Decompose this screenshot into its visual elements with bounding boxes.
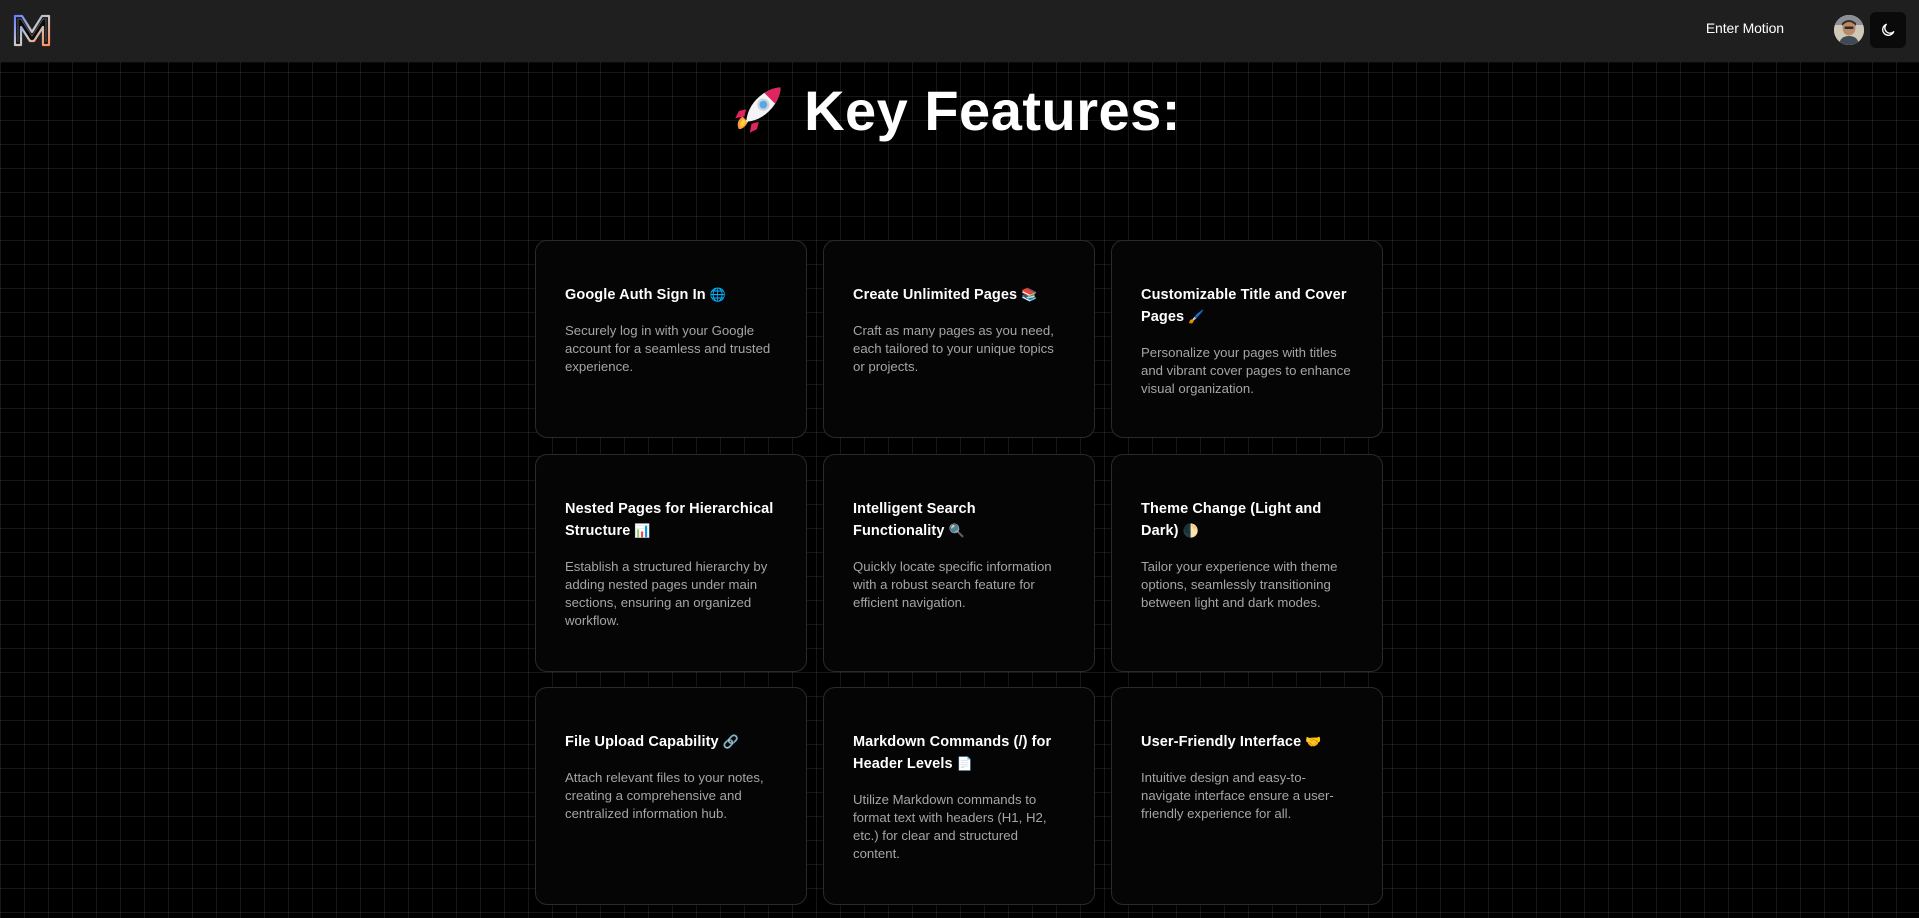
user-avatar-icon: [1834, 15, 1864, 45]
avatar[interactable]: [1834, 15, 1864, 45]
feature-description: Intuitive design and easy-to-navigate in…: [1141, 770, 1334, 821]
feature-card: Theme Change (Light and Dark) 🌓 Tailor yo…: [1111, 454, 1383, 672]
link-icon: 🔗: [722, 734, 739, 749]
feature-title: Intelligent Search Functionality 🔍: [853, 498, 1065, 542]
document-icon: 📄: [956, 756, 973, 771]
feature-card: Nested Pages for Hierarchical Structure 📊…: [535, 454, 807, 672]
feature-card: Google Auth Sign In 🌐 Securely log in wit…: [535, 240, 807, 438]
handshake-icon: 🤝: [1305, 734, 1322, 749]
motion-logo[interactable]: [12, 12, 52, 48]
feature-title: Customizable Title and Cover Pages 🖌️: [1141, 284, 1353, 328]
rocket-icon: [735, 86, 781, 133]
feature-card: Customizable Title and Cover Pages 🖌️ Per…: [1111, 240, 1383, 438]
key-features-heading: Key Features:: [0, 78, 1919, 143]
theme-toggle-button[interactable]: [1870, 12, 1906, 48]
feature-description: Securely log in with your Google account…: [565, 323, 771, 374]
feature-description: Personalize your pages with titles and v…: [1141, 345, 1351, 396]
feature-description: Establish a structured hierarchy by addi…: [565, 559, 768, 628]
half-moon-icon: 🌓: [1182, 523, 1199, 538]
feature-title: Theme Change (Light and Dark) 🌓: [1141, 498, 1353, 542]
feature-description: Utilize Markdown commands to format text…: [853, 792, 1047, 861]
feature-card: User-Friendly Interface 🤝 Intuitive desig…: [1111, 687, 1383, 905]
feature-title: File Upload Capability 🔗: [565, 731, 777, 753]
enter-motion-link[interactable]: Enter Motion: [1706, 20, 1784, 36]
globe-icon: 🌐: [709, 287, 727, 302]
feature-description: Attach relevant files to your notes, cre…: [565, 770, 764, 821]
feature-title: Nested Pages for Hierarchical Structure 📊: [565, 498, 777, 542]
feature-title: Create Unlimited Pages 📚: [853, 284, 1065, 306]
magnifier-icon: 🔍: [948, 523, 965, 538]
feature-title: Google Auth Sign In 🌐: [565, 284, 777, 306]
page-title: Key Features:: [804, 79, 1181, 142]
feature-description: Craft as many pages as you need, each ta…: [853, 323, 1054, 374]
feature-description: Quickly locate specific information with…: [853, 559, 1052, 610]
bar-chart-icon: 📊: [634, 523, 651, 538]
feature-description: Tailor your experience with theme option…: [1141, 559, 1338, 610]
feature-card: Create Unlimited Pages 📚 Craft as many pa…: [823, 240, 1095, 438]
top-navbar: Enter Motion: [0, 0, 1919, 62]
feature-card: Markdown Commands (/) for Header Levels 📄…: [823, 687, 1095, 905]
books-icon: 📚: [1021, 287, 1038, 302]
feature-card: Intelligent Search Functionality 🔍 Quickl…: [823, 454, 1095, 672]
feature-title: Markdown Commands (/) for Header Levels 📄: [853, 731, 1065, 775]
paintbrush-icon: 🖌️: [1188, 309, 1205, 324]
feature-title: User-Friendly Interface 🤝: [1141, 731, 1353, 753]
moon-icon: [1882, 23, 1895, 36]
feature-card: File Upload Capability 🔗 Attach relevant …: [535, 687, 807, 905]
